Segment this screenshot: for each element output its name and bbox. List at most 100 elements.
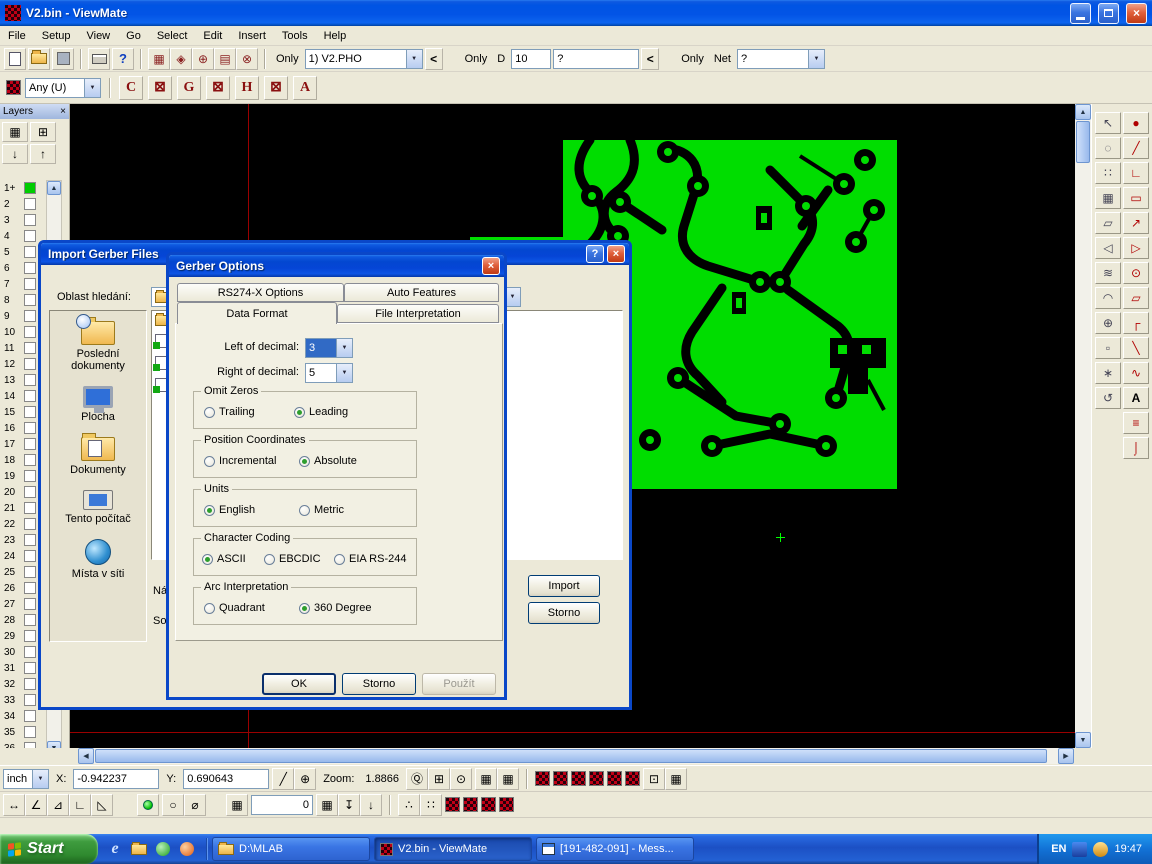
only-layer-toggle[interactable]: Only xyxy=(272,53,303,65)
status-light-button[interactable] xyxy=(137,794,159,816)
net-combo[interactable]: ? ▼ xyxy=(737,49,825,69)
scroll-up-icon[interactable]: ▲ xyxy=(1075,104,1091,120)
radio-360-degree[interactable]: 360 Degree xyxy=(299,602,372,614)
prev-layer-button[interactable]: < xyxy=(425,48,443,70)
tool-icon[interactable]: ▱ xyxy=(1123,287,1149,309)
ok-button[interactable]: OK xyxy=(262,673,336,695)
tool-icon[interactable]: ▦ xyxy=(1095,187,1121,209)
dialog-titlebar[interactable]: Gerber Options × xyxy=(169,255,504,277)
zoom-icon[interactable]: Ⓠ xyxy=(406,768,428,790)
right-of-decimal-combo[interactable]: 5 ▼ xyxy=(305,363,353,383)
tool-icon[interactable]: ╲ xyxy=(1123,337,1149,359)
menu-item[interactable]: Go xyxy=(118,28,149,44)
dialog-help-button[interactable]: ? xyxy=(586,245,604,263)
layer-color-swatch[interactable] xyxy=(24,502,36,514)
layer-color-swatch[interactable] xyxy=(24,630,36,642)
aperture-pattern-icon[interactable] xyxy=(571,771,586,786)
tray-icon[interactable] xyxy=(1072,842,1087,857)
import-button[interactable]: Import xyxy=(528,575,600,597)
circle-icon[interactable]: ⌀ xyxy=(184,794,206,816)
radio-ascii[interactable]: ASCII xyxy=(202,553,246,565)
layer-color-swatch[interactable] xyxy=(24,198,36,210)
print-button[interactable] xyxy=(88,48,110,70)
layer-color-swatch[interactable] xyxy=(24,454,36,466)
layer-move-down-button[interactable]: ↓ xyxy=(2,144,28,164)
snap-icon[interactable]: ▦ xyxy=(316,794,338,816)
layer-color-swatch[interactable] xyxy=(24,550,36,562)
dot-icon[interactable]: ∷ xyxy=(420,794,442,816)
tab-auto-features[interactable]: Auto Features xyxy=(344,283,499,302)
shape-filter-icon[interactable]: G xyxy=(177,76,201,100)
layer-color-swatch[interactable] xyxy=(24,374,36,386)
status-icon[interactable]: ⊡ xyxy=(643,768,665,790)
layer-color-swatch[interactable] xyxy=(24,646,36,658)
cancel-button[interactable]: Storno xyxy=(342,673,416,695)
aperture-pattern-icon[interactable] xyxy=(481,797,496,812)
circle-icon[interactable]: ○ xyxy=(162,794,184,816)
status-icon[interactable]: ⊕ xyxy=(294,768,316,790)
tool-icon[interactable]: ≡ xyxy=(1123,412,1149,434)
layer-color-swatch[interactable] xyxy=(24,662,36,674)
unit-combo[interactable]: inch ▼ xyxy=(3,769,49,789)
menu-item[interactable]: Setup xyxy=(34,28,79,44)
aperture-pattern-icon[interactable] xyxy=(445,797,460,812)
layer-color-swatch[interactable] xyxy=(24,726,36,738)
combo-arrow-icon[interactable]: ▼ xyxy=(406,50,422,68)
tool-icon[interactable]: ▫ xyxy=(1095,337,1121,359)
layer-color-swatch[interactable] xyxy=(24,566,36,578)
cancel-button[interactable]: Storno xyxy=(528,602,600,624)
place-network[interactable]: Místa v síti xyxy=(52,539,144,580)
toolbar-misc-icon[interactable]: ⊕ xyxy=(192,48,214,70)
grid-icon[interactable]: ▦ xyxy=(497,768,519,790)
scroll-right-icon[interactable]: ▶ xyxy=(1058,748,1074,764)
tool-icon[interactable]: ≋ xyxy=(1095,262,1121,284)
grid-icon[interactable]: ▦ xyxy=(475,768,497,790)
tab-rs274x-options[interactable]: RS274-X Options xyxy=(177,283,344,302)
layer-color-swatch[interactable] xyxy=(24,518,36,530)
tool-icon[interactable]: ∿ xyxy=(1123,362,1149,384)
radio-icon[interactable] xyxy=(299,505,310,516)
save-file-button[interactable] xyxy=(52,48,74,70)
shape-filter-icon[interactable]: ⊠ xyxy=(148,76,172,100)
layer-color-swatch[interactable] xyxy=(24,358,36,370)
menu-item[interactable]: View xyxy=(78,28,118,44)
radio-english[interactable]: English xyxy=(204,504,255,516)
radio-ebcdic[interactable]: EBCDIC xyxy=(264,553,321,565)
menu-item[interactable]: Help xyxy=(316,28,355,44)
tool-icon[interactable]: ↗ xyxy=(1123,212,1149,234)
tool-icon[interactable]: ⌡ xyxy=(1123,437,1149,459)
layer-color-swatch[interactable] xyxy=(24,694,36,706)
tool-icon[interactable]: ◌ xyxy=(1095,137,1121,159)
layer-color-swatch[interactable] xyxy=(24,470,36,482)
quicklaunch-circle-icon[interactable] xyxy=(178,840,196,858)
shape-filter-icon[interactable]: A xyxy=(293,76,317,100)
layers-grid-button[interactable]: ▦ xyxy=(2,122,28,142)
grid-toggle-button[interactable]: ▦ xyxy=(226,794,248,816)
shape-filter-icon[interactable]: H xyxy=(235,76,259,100)
layer-color-swatch[interactable] xyxy=(24,486,36,498)
quicklaunch-browser-icon[interactable]: e xyxy=(106,840,124,858)
scrollbar-thumb[interactable] xyxy=(1076,121,1090,163)
shape-filter-icon[interactable]: C xyxy=(119,76,143,100)
radio-icon-checked[interactable] xyxy=(204,505,215,516)
status-icon[interactable]: ╱ xyxy=(272,768,294,790)
tool-icon[interactable]: ◁ xyxy=(1095,237,1121,259)
minimize-button[interactable] xyxy=(1070,3,1091,24)
quicklaunch-folder-icon[interactable] xyxy=(130,840,148,858)
layer-color-swatch[interactable] xyxy=(24,230,36,242)
radio-quadrant[interactable]: Quadrant xyxy=(204,602,265,614)
close-button[interactable]: × xyxy=(1126,3,1147,24)
menu-item[interactable]: Select xyxy=(149,28,196,44)
context-help-button[interactable]: ? xyxy=(112,48,134,70)
dialog-close-button[interactable]: × xyxy=(607,245,625,263)
dot-icon[interactable]: ∴ xyxy=(398,794,420,816)
place-recent-documents[interactable]: Poslední dokumenty xyxy=(52,321,144,372)
layer-color-swatch[interactable] xyxy=(24,438,36,450)
layer-color-swatch[interactable] xyxy=(24,390,36,402)
only-dcode-toggle[interactable]: Only xyxy=(461,53,492,65)
combo-arrow-icon[interactable]: ▼ xyxy=(32,770,48,788)
dialog-close-button[interactable]: × xyxy=(482,257,500,275)
layer-color-swatch[interactable] xyxy=(24,310,36,322)
tool-icon[interactable]: ╱ xyxy=(1123,137,1149,159)
start-button[interactable]: Start xyxy=(0,834,98,864)
